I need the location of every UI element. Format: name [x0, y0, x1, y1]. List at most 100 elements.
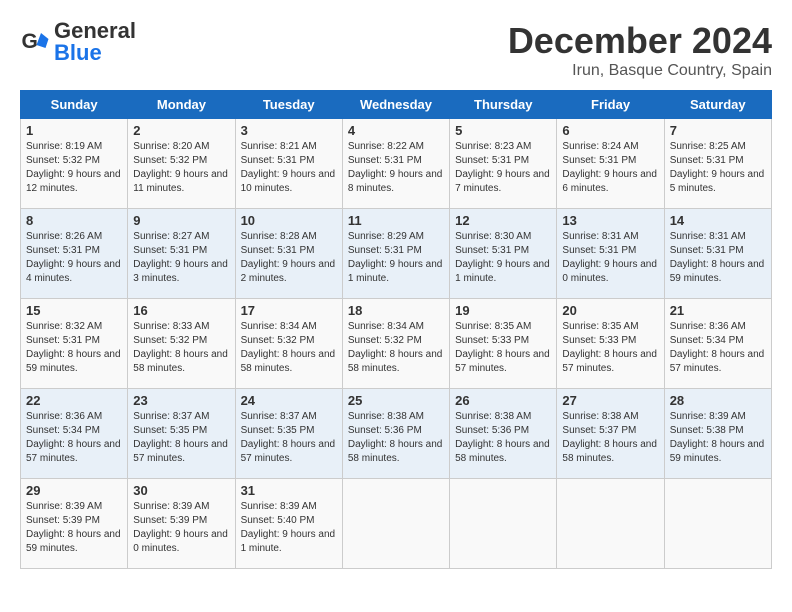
day-info: Sunrise: 8:19 AM Sunset: 5:32 PM Dayligh…	[26, 140, 122, 196]
day-info: Sunrise: 8:25 AM Sunset: 5:31 PM Dayligh…	[670, 140, 766, 196]
day-number: 26	[455, 393, 551, 408]
calendar-week-row: 15 Sunrise: 8:32 AM Sunset: 5:31 PM Dayl…	[21, 299, 772, 389]
day-number: 8	[26, 213, 122, 228]
day-info: Sunrise: 8:38 AM Sunset: 5:36 PM Dayligh…	[348, 410, 444, 466]
table-row: 9 Sunrise: 8:27 AM Sunset: 5:31 PM Dayli…	[128, 209, 235, 299]
table-row: 28 Sunrise: 8:39 AM Sunset: 5:38 PM Dayl…	[664, 389, 771, 479]
table-row: 31 Sunrise: 8:39 AM Sunset: 5:40 PM Dayl…	[235, 479, 342, 569]
table-row: 18 Sunrise: 8:34 AM Sunset: 5:32 PM Dayl…	[342, 299, 449, 389]
day-number: 1	[26, 123, 122, 138]
table-row: 7 Sunrise: 8:25 AM Sunset: 5:31 PM Dayli…	[664, 119, 771, 209]
table-row: 10 Sunrise: 8:28 AM Sunset: 5:31 PM Dayl…	[235, 209, 342, 299]
logo-text: General Blue	[54, 20, 136, 64]
calendar-table: Sunday Monday Tuesday Wednesday Thursday…	[20, 90, 772, 569]
table-row: 1 Sunrise: 8:19 AM Sunset: 5:32 PM Dayli…	[21, 119, 128, 209]
day-number: 14	[670, 213, 766, 228]
day-number: 24	[241, 393, 337, 408]
day-number: 28	[670, 393, 766, 408]
calendar-week-row: 29 Sunrise: 8:39 AM Sunset: 5:39 PM Dayl…	[21, 479, 772, 569]
day-info: Sunrise: 8:39 AM Sunset: 5:39 PM Dayligh…	[133, 500, 229, 556]
day-number: 15	[26, 303, 122, 318]
day-info: Sunrise: 8:39 AM Sunset: 5:40 PM Dayligh…	[241, 500, 337, 556]
calendar-header-row: Sunday Monday Tuesday Wednesday Thursday…	[21, 91, 772, 119]
table-row: 27 Sunrise: 8:38 AM Sunset: 5:37 PM Dayl…	[557, 389, 664, 479]
table-row: 12 Sunrise: 8:30 AM Sunset: 5:31 PM Dayl…	[450, 209, 557, 299]
day-number: 19	[455, 303, 551, 318]
table-row	[557, 479, 664, 569]
calendar-week-row: 22 Sunrise: 8:36 AM Sunset: 5:34 PM Dayl…	[21, 389, 772, 479]
day-info: Sunrise: 8:34 AM Sunset: 5:32 PM Dayligh…	[241, 320, 337, 376]
day-info: Sunrise: 8:33 AM Sunset: 5:32 PM Dayligh…	[133, 320, 229, 376]
day-info: Sunrise: 8:27 AM Sunset: 5:31 PM Dayligh…	[133, 230, 229, 286]
day-number: 13	[562, 213, 658, 228]
table-row: 15 Sunrise: 8:32 AM Sunset: 5:31 PM Dayl…	[21, 299, 128, 389]
day-info: Sunrise: 8:38 AM Sunset: 5:37 PM Dayligh…	[562, 410, 658, 466]
table-row: 13 Sunrise: 8:31 AM Sunset: 5:31 PM Dayl…	[557, 209, 664, 299]
day-info: Sunrise: 8:39 AM Sunset: 5:39 PM Dayligh…	[26, 500, 122, 556]
logo: G General Blue	[20, 20, 136, 64]
day-number: 4	[348, 123, 444, 138]
day-info: Sunrise: 8:38 AM Sunset: 5:36 PM Dayligh…	[455, 410, 551, 466]
day-number: 21	[670, 303, 766, 318]
table-row: 16 Sunrise: 8:33 AM Sunset: 5:32 PM Dayl…	[128, 299, 235, 389]
table-row: 19 Sunrise: 8:35 AM Sunset: 5:33 PM Dayl…	[450, 299, 557, 389]
day-number: 18	[348, 303, 444, 318]
day-info: Sunrise: 8:34 AM Sunset: 5:32 PM Dayligh…	[348, 320, 444, 376]
day-info: Sunrise: 8:26 AM Sunset: 5:31 PM Dayligh…	[26, 230, 122, 286]
day-number: 9	[133, 213, 229, 228]
table-row: 22 Sunrise: 8:36 AM Sunset: 5:34 PM Dayl…	[21, 389, 128, 479]
col-saturday: Saturday	[664, 91, 771, 119]
day-info: Sunrise: 8:37 AM Sunset: 5:35 PM Dayligh…	[241, 410, 337, 466]
table-row	[450, 479, 557, 569]
month-title: December 2024	[508, 20, 772, 62]
table-row: 26 Sunrise: 8:38 AM Sunset: 5:36 PM Dayl…	[450, 389, 557, 479]
day-number: 25	[348, 393, 444, 408]
svg-text:G: G	[22, 30, 38, 53]
day-info: Sunrise: 8:24 AM Sunset: 5:31 PM Dayligh…	[562, 140, 658, 196]
table-row: 21 Sunrise: 8:36 AM Sunset: 5:34 PM Dayl…	[664, 299, 771, 389]
day-info: Sunrise: 8:31 AM Sunset: 5:31 PM Dayligh…	[562, 230, 658, 286]
table-row: 17 Sunrise: 8:34 AM Sunset: 5:32 PM Dayl…	[235, 299, 342, 389]
col-monday: Monday	[128, 91, 235, 119]
day-info: Sunrise: 8:22 AM Sunset: 5:31 PM Dayligh…	[348, 140, 444, 196]
day-info: Sunrise: 8:28 AM Sunset: 5:31 PM Dayligh…	[241, 230, 337, 286]
day-info: Sunrise: 8:23 AM Sunset: 5:31 PM Dayligh…	[455, 140, 551, 196]
logo-icon: G	[20, 27, 50, 57]
day-info: Sunrise: 8:31 AM Sunset: 5:31 PM Dayligh…	[670, 230, 766, 286]
col-sunday: Sunday	[21, 91, 128, 119]
table-row: 23 Sunrise: 8:37 AM Sunset: 5:35 PM Dayl…	[128, 389, 235, 479]
col-thursday: Thursday	[450, 91, 557, 119]
col-friday: Friday	[557, 91, 664, 119]
table-row: 24 Sunrise: 8:37 AM Sunset: 5:35 PM Dayl…	[235, 389, 342, 479]
day-info: Sunrise: 8:36 AM Sunset: 5:34 PM Dayligh…	[26, 410, 122, 466]
table-row	[342, 479, 449, 569]
day-info: Sunrise: 8:36 AM Sunset: 5:34 PM Dayligh…	[670, 320, 766, 376]
day-number: 23	[133, 393, 229, 408]
day-number: 3	[241, 123, 337, 138]
day-number: 7	[670, 123, 766, 138]
day-info: Sunrise: 8:21 AM Sunset: 5:31 PM Dayligh…	[241, 140, 337, 196]
day-number: 16	[133, 303, 229, 318]
table-row: 14 Sunrise: 8:31 AM Sunset: 5:31 PM Dayl…	[664, 209, 771, 299]
day-info: Sunrise: 8:37 AM Sunset: 5:35 PM Dayligh…	[133, 410, 229, 466]
day-number: 31	[241, 483, 337, 498]
table-row: 8 Sunrise: 8:26 AM Sunset: 5:31 PM Dayli…	[21, 209, 128, 299]
page-header: G General Blue December 2024 Irun, Basqu…	[20, 20, 772, 80]
title-area: December 2024 Irun, Basque Country, Spai…	[508, 20, 772, 80]
day-number: 5	[455, 123, 551, 138]
col-tuesday: Tuesday	[235, 91, 342, 119]
day-number: 2	[133, 123, 229, 138]
table-row: 25 Sunrise: 8:38 AM Sunset: 5:36 PM Dayl…	[342, 389, 449, 479]
day-number: 22	[26, 393, 122, 408]
table-row: 4 Sunrise: 8:22 AM Sunset: 5:31 PM Dayli…	[342, 119, 449, 209]
table-row	[664, 479, 771, 569]
day-info: Sunrise: 8:35 AM Sunset: 5:33 PM Dayligh…	[562, 320, 658, 376]
col-wednesday: Wednesday	[342, 91, 449, 119]
table-row: 3 Sunrise: 8:21 AM Sunset: 5:31 PM Dayli…	[235, 119, 342, 209]
day-info: Sunrise: 8:39 AM Sunset: 5:38 PM Dayligh…	[670, 410, 766, 466]
table-row: 30 Sunrise: 8:39 AM Sunset: 5:39 PM Dayl…	[128, 479, 235, 569]
day-info: Sunrise: 8:20 AM Sunset: 5:32 PM Dayligh…	[133, 140, 229, 196]
day-number: 12	[455, 213, 551, 228]
table-row: 29 Sunrise: 8:39 AM Sunset: 5:39 PM Dayl…	[21, 479, 128, 569]
day-number: 27	[562, 393, 658, 408]
